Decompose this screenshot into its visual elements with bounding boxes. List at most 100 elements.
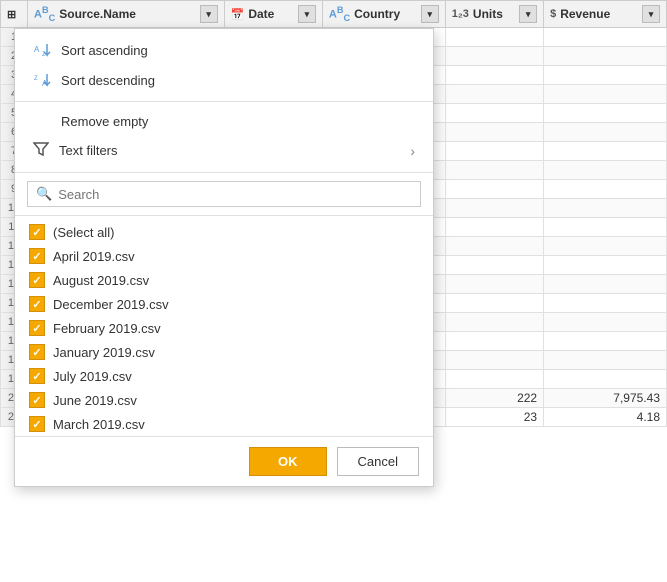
row-units xyxy=(445,332,543,351)
search-box[interactable]: 🔍 xyxy=(27,181,421,207)
checkbox-box[interactable]: ✓ xyxy=(29,320,45,336)
col-header-source[interactable]: ABC Source.Name ▾ xyxy=(28,1,225,28)
row-revenue xyxy=(544,66,667,85)
cancel-button[interactable]: Cancel xyxy=(337,447,419,476)
checkbox-list-item[interactable]: ✓ February 2019.csv xyxy=(15,316,433,340)
check-mark-icon: ✓ xyxy=(32,370,41,383)
row-revenue xyxy=(544,199,667,218)
row-units xyxy=(445,294,543,313)
search-icon: 🔍 xyxy=(36,186,52,202)
country-filter-dropdown[interactable]: ▾ xyxy=(421,5,439,23)
checkbox-list-item[interactable]: ✓ June 2019.csv xyxy=(15,388,433,412)
row-units xyxy=(445,313,543,332)
date-icon: 📅 xyxy=(231,8,245,21)
country-abc-icon: ABC xyxy=(329,5,350,23)
row-units: 23 xyxy=(445,408,543,427)
units-icon: 1₂3 xyxy=(452,8,469,20)
row-revenue xyxy=(544,180,667,199)
checkbox-item-label: July 2019.csv xyxy=(53,369,132,384)
row-revenue: 4.18 xyxy=(544,408,667,427)
remove-empty-section: Remove empty Text filters › xyxy=(15,102,433,173)
checkbox-list: ✓ (Select all) ✓ April 2019.csv ✓ August… xyxy=(15,216,433,436)
col-header-date[interactable]: 📅 Date ▾ xyxy=(224,1,322,28)
source-filter-dropdown[interactable]: ▾ xyxy=(200,5,218,23)
search-input[interactable] xyxy=(58,187,412,202)
sort-descending-item[interactable]: Z A Sort descending xyxy=(15,65,433,95)
check-mark-icon: ✓ xyxy=(32,418,41,431)
chevron-right-icon: › xyxy=(410,143,415,159)
checkbox-item-label: January 2019.csv xyxy=(53,345,155,360)
checkbox-select-all[interactable]: ✓ (Select all) xyxy=(15,220,433,244)
row-units xyxy=(445,237,543,256)
check-mark-icon: ✓ xyxy=(32,394,41,407)
checkbox-item-label: December 2019.csv xyxy=(53,297,169,312)
checkbox-list-item[interactable]: ✓ March 2019.csv xyxy=(15,412,433,436)
table-icon: ⊞ xyxy=(7,8,16,21)
svg-text:Z: Z xyxy=(34,76,38,82)
checkbox-item-label: April 2019.csv xyxy=(53,249,135,264)
sort-section: A Z Sort ascending Z A xyxy=(15,29,433,102)
row-units xyxy=(445,66,543,85)
svg-text:A: A xyxy=(34,45,40,54)
units-filter-dropdown[interactable]: ▾ xyxy=(519,5,537,23)
row-revenue xyxy=(544,218,667,237)
row-units xyxy=(445,47,543,66)
checkbox-box[interactable]: ✓ xyxy=(29,416,45,432)
row-revenue xyxy=(544,104,667,123)
checkbox-select-all-label: (Select all) xyxy=(53,225,114,240)
abc-icon: ABC xyxy=(34,5,55,23)
row-units xyxy=(445,256,543,275)
row-revenue xyxy=(544,313,667,332)
check-mark-icon: ✓ xyxy=(32,322,41,335)
col-header-revenue[interactable]: $ Revenue ▾ xyxy=(544,1,667,28)
row-units xyxy=(445,180,543,199)
row-revenue xyxy=(544,275,667,294)
checkbox-list-item[interactable]: ✓ August 2019.csv xyxy=(15,268,433,292)
search-section: 🔍 xyxy=(15,173,433,216)
sort-desc-icon: Z A xyxy=(33,71,51,89)
row-units xyxy=(445,85,543,104)
text-filters-item[interactable]: Text filters › xyxy=(15,135,433,166)
row-units xyxy=(445,104,543,123)
checkbox-list-item[interactable]: ✓ January 2019.csv xyxy=(15,340,433,364)
row-revenue: 7,975.43 xyxy=(544,389,667,408)
row-units xyxy=(445,275,543,294)
filter-icon xyxy=(33,141,49,160)
ok-button[interactable]: OK xyxy=(249,447,327,476)
revenue-filter-dropdown[interactable]: ▾ xyxy=(642,5,660,23)
row-units xyxy=(445,161,543,180)
row-revenue xyxy=(544,47,667,66)
checkbox-list-item[interactable]: ✓ December 2019.csv xyxy=(15,292,433,316)
remove-empty-item[interactable]: Remove empty xyxy=(15,108,433,135)
filter-dropdown-panel: A Z Sort ascending Z A xyxy=(14,28,434,487)
col-header-num: ⊞ xyxy=(1,1,28,28)
col-header-units[interactable]: 1₂3 Units ▾ xyxy=(445,1,543,28)
sort-ascending-item[interactable]: A Z Sort ascending xyxy=(15,35,433,65)
row-revenue xyxy=(544,332,667,351)
row-units xyxy=(445,218,543,237)
checkbox-box[interactable]: ✓ xyxy=(29,248,45,264)
checkbox-list-item[interactable]: ✓ July 2019.csv xyxy=(15,364,433,388)
dropdown-footer: OK Cancel xyxy=(15,436,433,486)
row-revenue xyxy=(544,142,667,161)
row-units xyxy=(445,123,543,142)
col-header-country[interactable]: ABC Country ▾ xyxy=(322,1,445,28)
check-mark-icon: ✓ xyxy=(32,250,41,263)
checkbox-item-label: June 2019.csv xyxy=(53,393,137,408)
checkbox-list-item[interactable]: ✓ April 2019.csv xyxy=(15,244,433,268)
row-revenue xyxy=(544,256,667,275)
sort-asc-icon: A Z xyxy=(33,41,51,59)
checkbox-box[interactable]: ✓ xyxy=(29,296,45,312)
row-units xyxy=(445,351,543,370)
row-revenue xyxy=(544,85,667,104)
row-revenue xyxy=(544,370,667,389)
row-units xyxy=(445,370,543,389)
checkbox-box[interactable]: ✓ xyxy=(29,368,45,384)
checkbox-box[interactable]: ✓ xyxy=(29,272,45,288)
date-filter-dropdown[interactable]: ▾ xyxy=(298,5,316,23)
row-revenue xyxy=(544,28,667,47)
checkbox-select-all-box[interactable]: ✓ xyxy=(29,224,45,240)
checkbox-item-label: August 2019.csv xyxy=(53,273,149,288)
checkbox-box[interactable]: ✓ xyxy=(29,344,45,360)
checkbox-box[interactable]: ✓ xyxy=(29,392,45,408)
